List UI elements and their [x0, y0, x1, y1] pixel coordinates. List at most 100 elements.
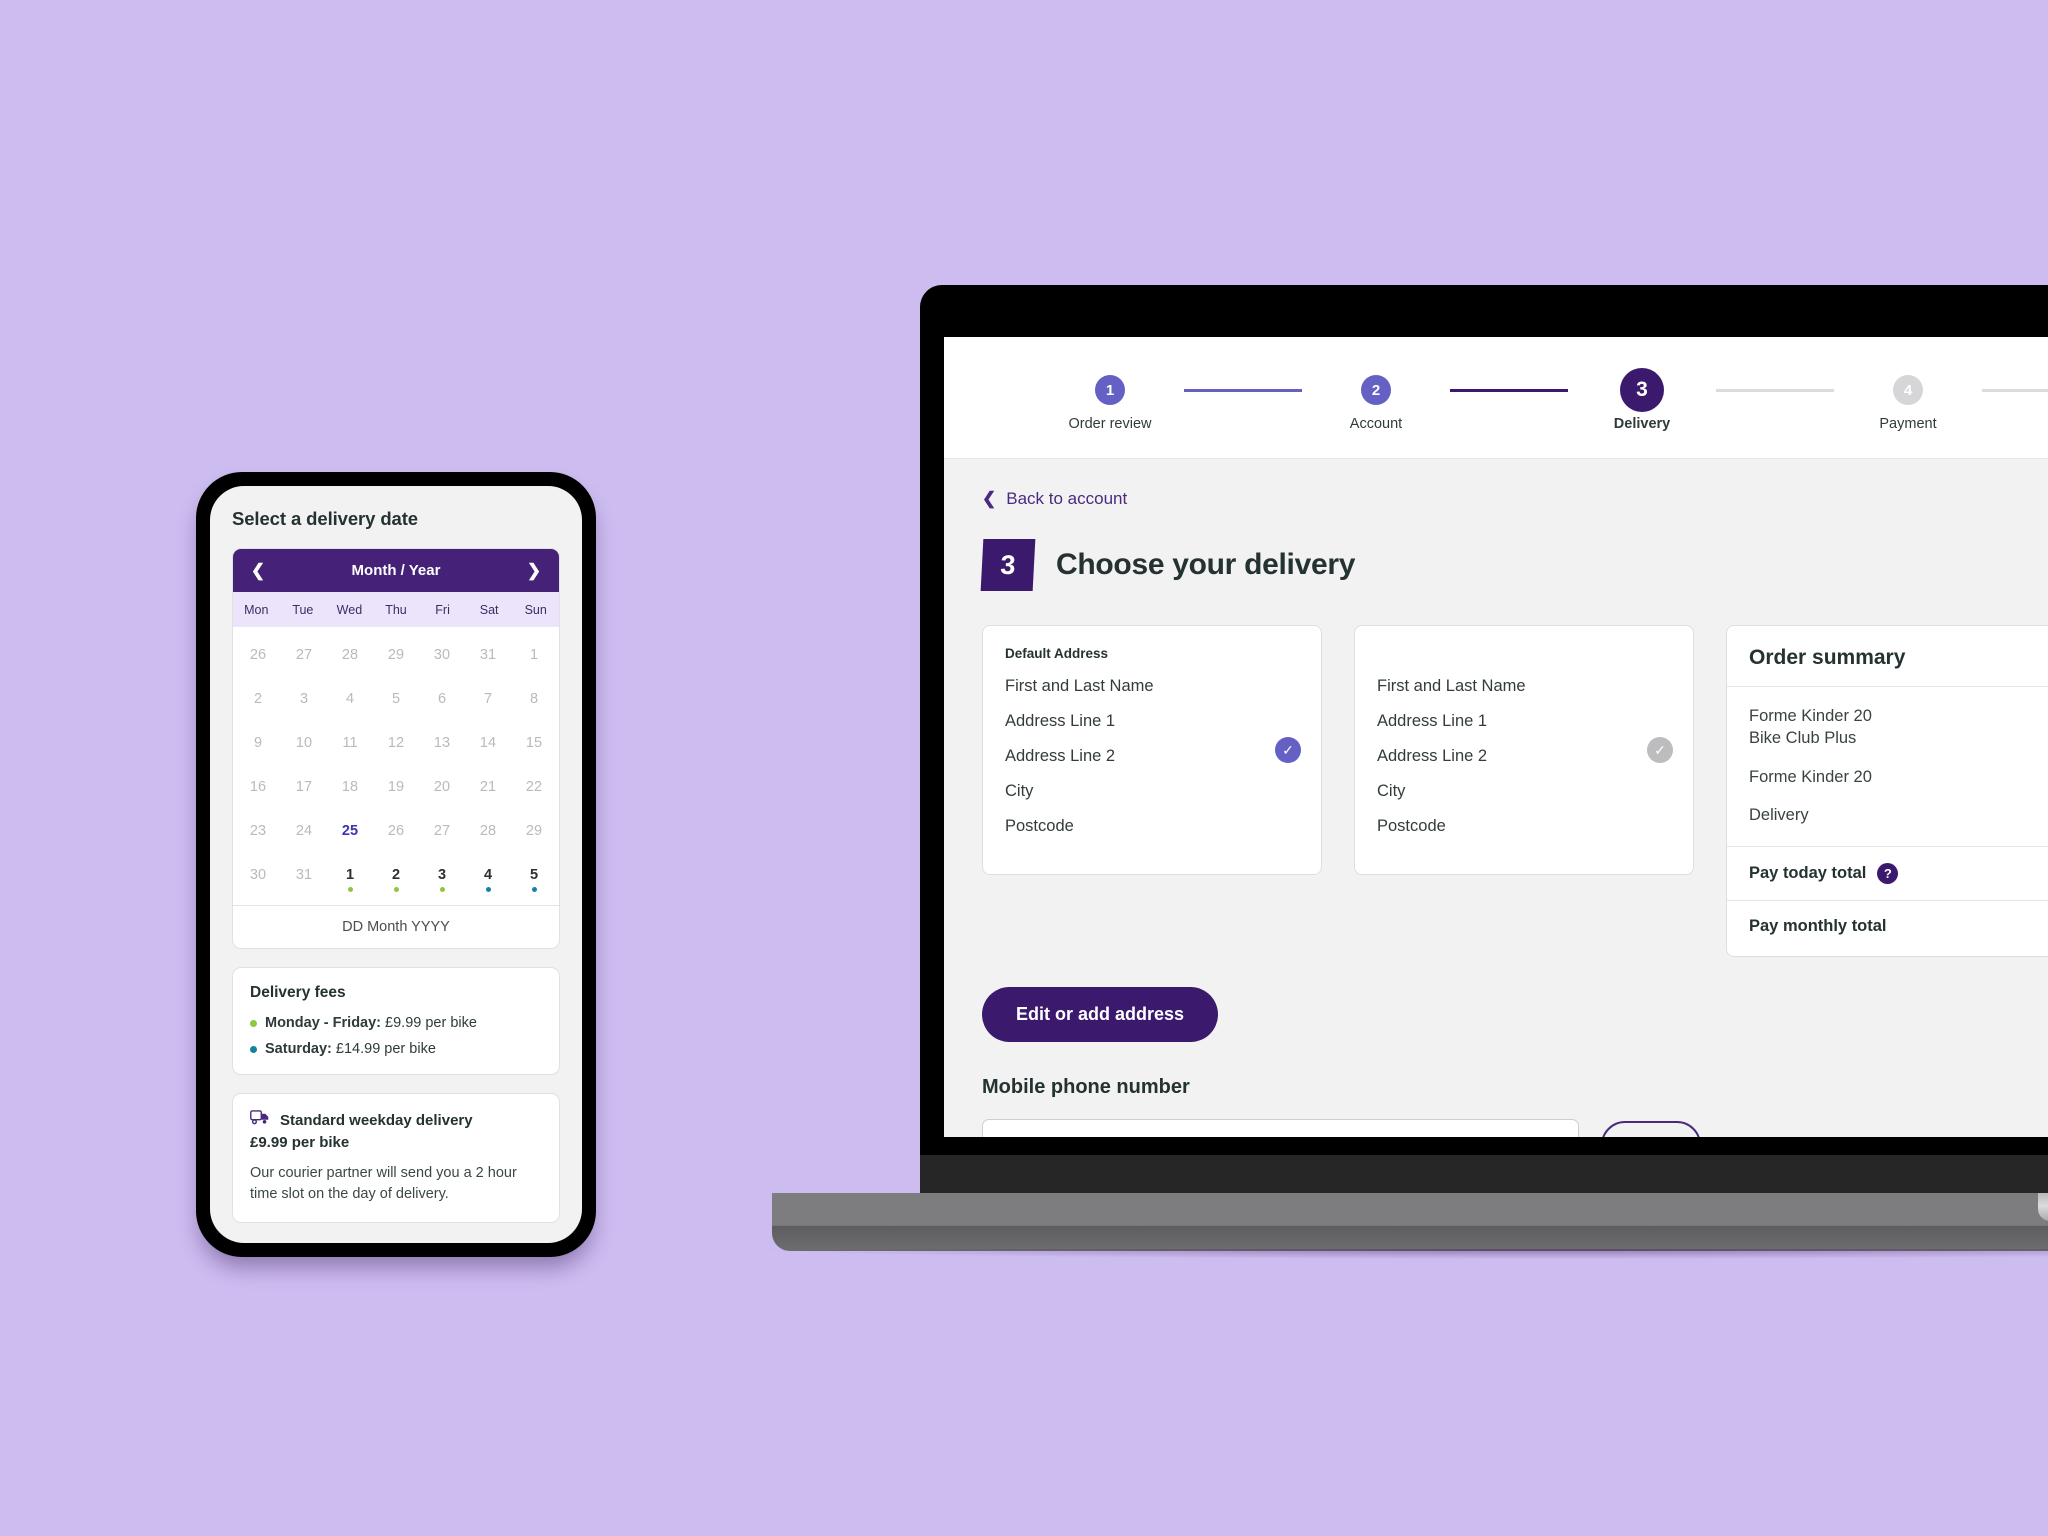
calendar-day[interactable]: 2 [373, 853, 419, 897]
address-line-2: Address Line 2 [1377, 747, 1488, 765]
order-summary-panel: Order summary Forme Kinder 20 Bike Club … [1726, 625, 2048, 958]
calendar-availability-dot [439, 887, 445, 892]
selected-date-display[interactable]: DD Month YYYY [233, 905, 559, 948]
calendar-availability-dot [531, 887, 537, 892]
phone-screen: Select a delivery date ❮ Month / Year ❯ … [210, 486, 582, 1243]
back-to-account-link[interactable]: ❮ Back to account [982, 489, 2048, 509]
calendar-day-number: 4 [483, 867, 493, 883]
delivery-fee-row: Monday - Friday: £9.99 per bike [250, 1015, 542, 1031]
calendar-day-number: 27 [433, 823, 451, 839]
calendar-day-number: 6 [437, 691, 447, 707]
stepper-connector [1982, 389, 2048, 392]
question-mark-icon[interactable]: ? [1877, 863, 1899, 885]
calendar-day-number: 29 [525, 823, 543, 839]
calendar-day-number: 15 [525, 735, 543, 751]
address-selected-check-icon[interactable]: ✓ [1275, 737, 1301, 763]
calendar-day: 26 [373, 809, 419, 853]
calendar-month-year-label: Month / Year [351, 562, 441, 579]
address-line-1: Address Line 1 [1377, 712, 1488, 730]
calendar-day-number: 30 [433, 647, 451, 663]
address-name: First and Last Name [1005, 677, 1154, 695]
shipping-option-card[interactable]: Standard weekday delivery £9.99 per bike… [232, 1093, 560, 1224]
calendar-day-number: 26 [249, 647, 267, 663]
calendar-day-number: 2 [391, 867, 401, 883]
calendar-day-number: 8 [529, 691, 539, 707]
calendar-availability-dot [393, 887, 399, 892]
calendar-weekday: Wed [336, 602, 363, 617]
stepper-step-label: Payment [1879, 416, 1937, 432]
address-card-alternate[interactable]: Default Address First and Last Name Addr… [1354, 625, 1694, 875]
checkout-page-body: ❮ Back to account 3 Choose your delivery… [944, 459, 2048, 1137]
pay-today-total-row: Pay today total ? [1727, 846, 2048, 900]
calendar-day[interactable]: 1 [327, 853, 373, 897]
stepper-step-delivery[interactable]: 3 Delivery [1568, 368, 1716, 432]
calendar-day: 27 [281, 633, 327, 677]
stepper-step-payment[interactable]: 4 Payment [1834, 375, 1982, 432]
calendar-weekday: Mon [244, 602, 269, 617]
delivery-date-calendar: ❮ Month / Year ❯ Mon Tue Wed Thu Fri Sat Sun 2… [232, 548, 560, 949]
calendar-day[interactable]: 25 [327, 809, 373, 853]
calendar-day: 26 [235, 633, 281, 677]
laptop-hinge [920, 1155, 2048, 1193]
calendar-day[interactable]: 4 [465, 853, 511, 897]
calendar-day-number: 31 [479, 647, 497, 663]
calendar-day: 21 [465, 765, 511, 809]
calendar-day: 1 [511, 633, 557, 677]
page-heading: 3 Choose your delivery [980, 539, 2048, 591]
step-number-badge: 3 [980, 539, 1036, 591]
stepper-step-number: 4 [1893, 375, 1923, 405]
calendar-day: 20 [419, 765, 465, 809]
calendar-day-number: 22 [525, 779, 543, 795]
calendar-day-number: 5 [529, 867, 539, 883]
stepper-step-label: Order review [1068, 416, 1152, 432]
calendar-day-number: 7 [483, 691, 493, 707]
pay-today-total-label: Pay today total [1749, 864, 1867, 883]
calendar-day-number: 25 [341, 823, 359, 839]
calendar-day: 8 [511, 677, 557, 721]
calendar-day[interactable]: 5 [511, 853, 557, 897]
mobile-phone-number-label: Mobile phone number [982, 1076, 1190, 1099]
order-summary-item: Forme Kinder 20 Bike Club Plus [1749, 707, 1872, 748]
calendar-availability-dot [347, 887, 353, 892]
calendar-day: 10 [281, 721, 327, 765]
mobile-phone-input[interactable] [982, 1119, 1579, 1137]
calendar-day-number: 1 [345, 867, 355, 883]
back-to-account-label: Back to account [1006, 489, 1128, 508]
calendar-day-number: 5 [391, 691, 401, 707]
calendar-day-number: 2 [253, 691, 263, 707]
calendar-day[interactable]: 3 [419, 853, 465, 897]
calendar-day-number: 28 [479, 823, 497, 839]
calendar-day: 31 [465, 633, 511, 677]
calendar-weekday-header: Mon Tue Wed Thu Fri Sat Sun [233, 592, 559, 627]
chevron-right-icon[interactable]: ❯ [523, 560, 545, 582]
calendar-day: 5 [373, 677, 419, 721]
shipping-option-price: £9.99 per bike [250, 1134, 350, 1151]
pay-monthly-total-label: Pay monthly total [1749, 917, 1887, 936]
calendar-day-number: 26 [387, 823, 405, 839]
delivery-fees-card: Delivery fees Monday - Friday: £9.99 per… [232, 967, 560, 1075]
calendar-day: 7 [465, 677, 511, 721]
calendar-day: 27 [419, 809, 465, 853]
chevron-left-icon[interactable]: ❮ [247, 560, 269, 582]
stepper-step-order-review[interactable]: 1 Order review [1036, 375, 1184, 432]
calendar-day: 6 [419, 677, 465, 721]
calendar-day-number: 28 [341, 647, 359, 663]
stepper-step-account[interactable]: 2 Account [1302, 375, 1450, 432]
fee-day-label: Monday - Friday: [265, 1015, 382, 1031]
calendar-day: 17 [281, 765, 327, 809]
calendar-day: 31 [281, 853, 327, 897]
address-card-default[interactable]: Default Address First and Last Name Addr… [982, 625, 1322, 875]
edit-phone-button[interactable]: Edit [1601, 1121, 1702, 1137]
stepper-connector [1716, 389, 1834, 392]
fee-amount: £9.99 per bike [381, 1015, 477, 1031]
calendar-day-number: 17 [295, 779, 313, 795]
calendar-day: 28 [465, 809, 511, 853]
stepper-connector [1184, 389, 1302, 392]
address-unselected-check-icon[interactable]: ✓ [1647, 737, 1673, 763]
address-postcode: Postcode [1005, 817, 1074, 835]
calendar-day-number: 10 [295, 735, 313, 751]
calendar-day: 22 [511, 765, 557, 809]
edit-or-add-address-button[interactable]: Edit or add address [982, 987, 1219, 1043]
calendar-day-number: 11 [342, 735, 358, 751]
stepper-step-number: 1 [1095, 375, 1125, 405]
